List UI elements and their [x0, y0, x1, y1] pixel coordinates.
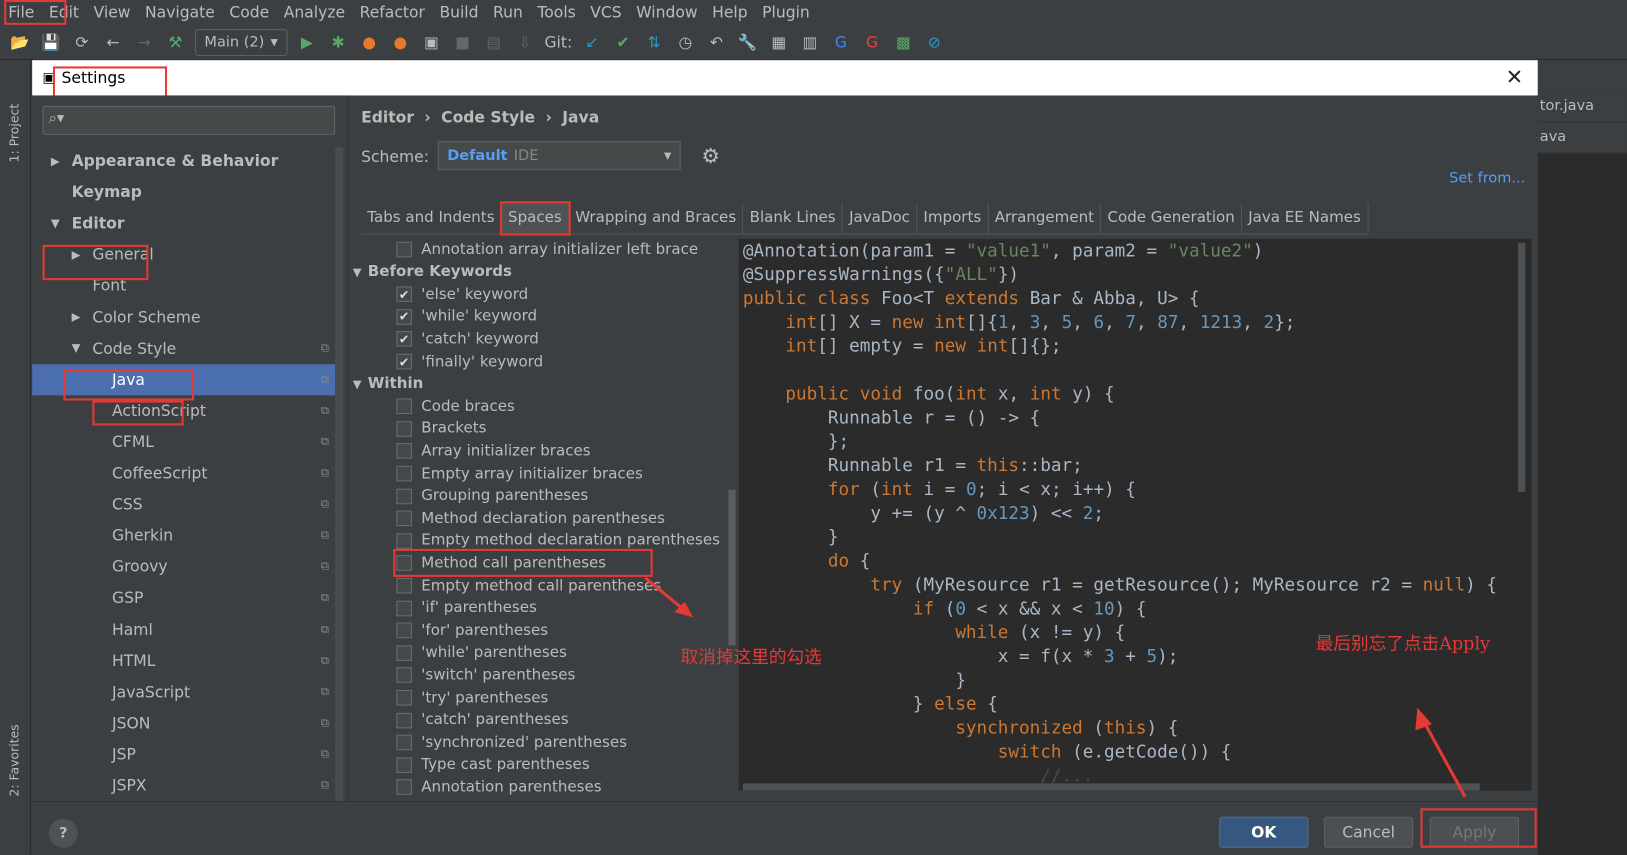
arrow-to-apply — [1422, 720, 1467, 798]
ide-window: File Edit View Navigate Code Analyze Refactor B… — [0, 0, 1627, 855]
arrowhead — [1415, 707, 1432, 731]
annotation-arrows — [644, 576, 1467, 798]
